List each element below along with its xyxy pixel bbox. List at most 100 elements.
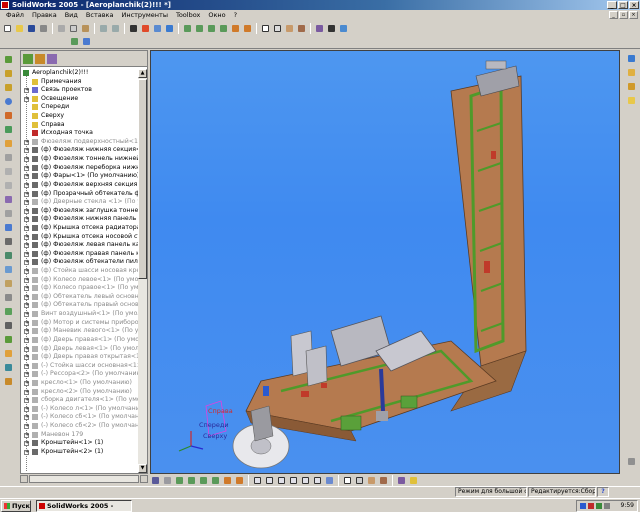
- zoom-to-fit-icon[interactable]: [182, 23, 193, 34]
- back-view-icon[interactable]: [264, 475, 275, 486]
- zoom-in-out-icon[interactable]: [206, 23, 217, 34]
- doc-close-button[interactable]: ×: [629, 11, 638, 19]
- expand-toggle[interactable]: +: [24, 355, 29, 361]
- tree-item[interactable]: + (ф) Фюзеляж обтекатели пилона<1>: [21, 258, 139, 267]
- tree-item[interactable]: + (ф) Стойка шасси носовая крепёжн: [21, 267, 139, 276]
- undo-icon[interactable]: [98, 23, 109, 34]
- property-manager-tab-icon[interactable]: [35, 53, 45, 64]
- rebuild-icon[interactable]: [140, 23, 151, 34]
- wireframe-icon[interactable]: [260, 23, 271, 34]
- tree-item[interactable]: + (-) Колесо сб<2> (По умолчанию): [21, 422, 139, 431]
- move-icon[interactable]: [3, 278, 14, 289]
- volume-icon[interactable]: [604, 503, 610, 509]
- tree-item[interactable]: + (ф) Крышка отсека радиатора<1> (П: [21, 224, 139, 233]
- shaded-edges-icon[interactable]: [296, 23, 307, 34]
- point-icon[interactable]: [3, 138, 14, 149]
- tree-item[interactable]: + (-) Рессора<2> (По умолчанию): [21, 370, 139, 379]
- expand-toggle[interactable]: +: [24, 312, 29, 318]
- scroll-thumb[interactable]: [138, 79, 147, 279]
- tree-item[interactable]: + кресло<1> (По умолчанию): [21, 379, 139, 388]
- rotate-view-icon[interactable]: [230, 23, 241, 34]
- mirror-icon[interactable]: [3, 250, 14, 261]
- language-icon[interactable]: [580, 503, 586, 509]
- antivirus-icon[interactable]: [588, 503, 594, 509]
- section-icon[interactable]: [396, 475, 407, 486]
- close-button[interactable]: ×: [629, 1, 639, 9]
- extend-icon[interactable]: [3, 236, 14, 247]
- section-view-icon[interactable]: [314, 23, 325, 34]
- taskbar-solidworks-item[interactable]: SolidWorks 2005 - [A...: [36, 500, 132, 512]
- isometric-view-icon[interactable]: [324, 475, 335, 486]
- rectangle-icon[interactable]: [3, 82, 14, 93]
- tree-item[interactable]: + (ф) Колесо правое<1> (По умолчанию: [21, 284, 139, 293]
- expand-toggle[interactable]: +: [24, 96, 29, 102]
- help-icon[interactable]: [164, 23, 175, 34]
- options-icon[interactable]: [152, 23, 163, 34]
- tree-item[interactable]: + (ф) Дверные стекла <1> (По умолча: [21, 198, 139, 207]
- cut-extrude-icon[interactable]: [3, 362, 14, 373]
- expand-toggle[interactable]: +: [24, 148, 29, 154]
- select-icon[interactable]: [128, 23, 139, 34]
- feature-tree-tab-icon[interactable]: [23, 53, 33, 64]
- tree-item[interactable]: + Маневон 179: [21, 431, 139, 440]
- menu-file[interactable]: Файл: [2, 10, 28, 21]
- shaded-view-icon[interactable]: [366, 475, 377, 486]
- tree-item[interactable]: + (ф) Фары<1> (По умолчанию): [21, 172, 139, 181]
- menu-edit[interactable]: Правка: [28, 10, 61, 21]
- expand-toggle[interactable]: +: [24, 329, 29, 335]
- expand-toggle[interactable]: +: [24, 200, 29, 206]
- tree-item[interactable]: + (ф) Прозрачный обтекатель фар<1>: [21, 190, 139, 199]
- resources-icon[interactable]: [626, 67, 637, 78]
- relations-icon[interactable]: [3, 306, 14, 317]
- tree-item[interactable]: + сборка двигателя<1> (По умолчани: [21, 396, 139, 405]
- expand-toggle[interactable]: +: [24, 286, 29, 292]
- tree-item[interactable]: Примечания: [21, 78, 139, 87]
- sketch-icon[interactable]: [3, 54, 14, 65]
- chamfer-icon[interactable]: [3, 180, 14, 191]
- tree-item[interactable]: Исходная точка: [21, 129, 139, 138]
- tree-item[interactable]: + (-) Колесо сб<1> (По умолчанию): [21, 413, 139, 422]
- save-icon[interactable]: [26, 23, 37, 34]
- previous-view-icon[interactable]: [162, 475, 173, 486]
- tree-item[interactable]: + (ф) Фюзеляж нижняя панель капота: [21, 215, 139, 224]
- configuration-manager-tab-icon[interactable]: [47, 53, 57, 64]
- expand-toggle[interactable]: +: [24, 182, 29, 188]
- tree-item[interactable]: + Кронштейн<1> (1): [21, 439, 139, 448]
- shaded-edges-view-icon[interactable]: [378, 475, 389, 486]
- print-icon[interactable]: [38, 23, 49, 34]
- front-view-icon[interactable]: [252, 475, 263, 486]
- doc-restore-button[interactable]: ▫: [619, 11, 628, 19]
- expand-toggle[interactable]: +: [24, 208, 29, 214]
- tree-item[interactable]: Сверху: [21, 112, 139, 121]
- shadow-icon[interactable]: [326, 23, 337, 34]
- zoom-area-icon[interactable]: [194, 23, 205, 34]
- tree-item[interactable]: + кресло<2> (По умолчанию): [21, 388, 139, 397]
- tree-item[interactable]: + (ф) Обтекатель правый основной ст: [21, 301, 139, 310]
- expand-toggle[interactable]: +: [24, 380, 29, 386]
- tree-root-item[interactable]: Aeroplanchik(2)!!!: [21, 69, 139, 78]
- tree-item[interactable]: + (ф) Дверь правая<1> (По умолчанию: [21, 336, 139, 345]
- tree-item[interactable]: + (ф) Крышка отсека носовой стойки ш: [21, 233, 139, 242]
- paste-icon[interactable]: [80, 23, 91, 34]
- expand-toggle[interactable]: +: [24, 277, 29, 283]
- copy-icon[interactable]: [68, 23, 79, 34]
- tree-item[interactable]: + (ф) Маневик левого<1> (По умолчан: [21, 327, 139, 336]
- tree-item[interactable]: Спереди: [21, 103, 139, 112]
- horizontal-scroll-track[interactable]: [29, 475, 139, 483]
- extrude-icon[interactable]: [3, 334, 14, 345]
- lights-icon[interactable]: [408, 475, 419, 486]
- wireframe-view-icon[interactable]: [342, 475, 353, 486]
- expand-toggle[interactable]: +: [24, 337, 29, 343]
- expand-toggle[interactable]: +: [24, 449, 29, 455]
- expand-toggle[interactable]: +: [24, 174, 29, 180]
- menu-help[interactable]: ?: [230, 10, 241, 21]
- tree-item[interactable]: + Освещение: [21, 95, 139, 104]
- tree-item[interactable]: + (ф) Дверь левая<1> (По умолчанию): [21, 345, 139, 354]
- bottom-view-icon[interactable]: [312, 475, 323, 486]
- expand-toggle[interactable]: +: [24, 157, 29, 163]
- trim-icon[interactable]: [3, 222, 14, 233]
- translate-icon[interactable]: [234, 475, 245, 486]
- line-icon[interactable]: [3, 68, 14, 79]
- tree-item[interactable]: + (ф) Дверь правая открытая<1> (По: [21, 353, 139, 362]
- menu-insert[interactable]: Вставка: [82, 10, 118, 21]
